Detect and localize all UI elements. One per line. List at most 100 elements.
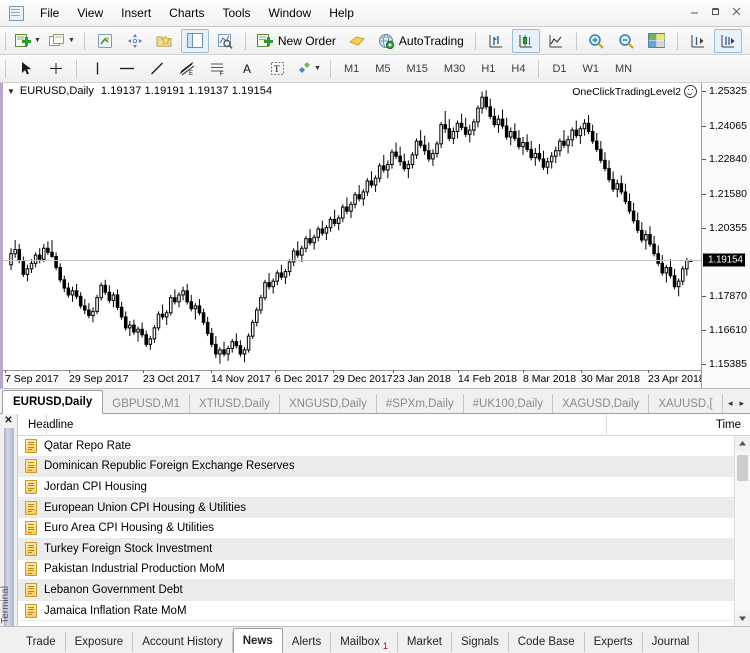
menu-insert[interactable]: Insert <box>112 3 160 23</box>
price-chart[interactable]: ▼ EURUSD,Daily 1.19137 1.19191 1.19137 1… <box>3 83 701 388</box>
news-row[interactable]: Turkey Foreign Stock Investment <box>18 538 734 560</box>
data-window-icon[interactable] <box>643 29 671 53</box>
news-rows[interactable]: Qatar Repo Rate Dominican Republic Foreig… <box>18 436 734 626</box>
chart-tab-xtiusd-daily[interactable]: XTIUSD,Daily <box>190 394 280 413</box>
metaeditor-icon[interactable] <box>91 29 119 53</box>
scroll-down-icon[interactable] <box>735 611 750 626</box>
scrollbar-thumb[interactable] <box>737 455 748 481</box>
text-label-icon[interactable]: T <box>263 57 291 81</box>
timeframe-w1[interactable]: W1 <box>576 58 607 79</box>
chart-menu-caret-icon[interactable]: ▼ <box>7 87 15 96</box>
menu-file[interactable]: File <box>31 3 68 23</box>
chart-tab-xauusd[interactable]: XAUUSD,[ <box>649 394 723 413</box>
shapes-icon[interactable]: ▼ <box>293 57 324 81</box>
horizontal-line-icon[interactable] <box>113 57 141 81</box>
chart-tab-gbpusd-m1[interactable]: GBPUSD,M1 <box>103 394 190 413</box>
timeframe-mn[interactable]: MN <box>608 58 639 79</box>
menu-view[interactable]: View <box>68 3 112 23</box>
candlestick-chart-icon[interactable] <box>511 28 540 53</box>
restore-icon[interactable] <box>706 3 725 20</box>
tab-news[interactable]: News <box>232 628 283 653</box>
news-row[interactable]: Pakistan Industrial Production MoM <box>18 560 734 581</box>
crosshair-icon[interactable] <box>121 29 149 53</box>
chart-tab-prev-icon[interactable]: ◂ <box>725 398 736 409</box>
cursor-arrow-icon[interactable] <box>12 57 40 81</box>
news-row[interactable]: Lebanon Government Debt <box>18 580 734 601</box>
price-axis[interactable]: 1.25325 1.24065 1.22840 1.21580 1.20355 1.178… <box>701 83 750 388</box>
timeframe-m1[interactable]: M1 <box>337 58 366 79</box>
news-row[interactable]: Dominican Republic Foreign Exchange Rese… <box>18 456 734 478</box>
text-a-icon[interactable]: A <box>233 57 261 81</box>
close-icon[interactable] <box>727 3 746 20</box>
news-row[interactable]: Jordan CPI Housing <box>18 477 734 498</box>
news-document-icon <box>25 459 37 474</box>
channel-icon[interactable]: F <box>203 57 231 81</box>
price-tick: 1.17870 <box>702 290 747 302</box>
timeframe-m5[interactable]: M5 <box>368 58 397 79</box>
news-headline: European Union CPI Housing & Utilities <box>44 501 246 514</box>
tab-alerts[interactable]: Alerts <box>283 632 332 652</box>
tab-journal[interactable]: Journal <box>643 632 700 652</box>
fibonacci-icon[interactable]: E <box>173 57 201 81</box>
bar-chart-icon[interactable] <box>482 29 510 53</box>
chart-shift-icon[interactable] <box>713 28 742 53</box>
magnifier-minus-icon[interactable] <box>613 29 641 53</box>
tab-exposure[interactable]: Exposure <box>66 632 134 652</box>
news-row[interactable]: Euro Area CPI Housing & Utilities <box>18 518 734 539</box>
indicators-magnifier-icon[interactable] <box>744 29 750 53</box>
chart-tab-uk100-daily[interactable]: #UK100,Daily <box>464 394 553 413</box>
menu-tools[interactable]: Tools <box>214 3 260 23</box>
menu-window[interactable]: Window <box>260 3 321 23</box>
chart-tab-xngusd-daily[interactable]: XNGUSD,Daily <box>280 394 377 413</box>
news-headline: Dominican Republic Foreign Exchange Rese… <box>44 460 295 473</box>
date-tick: 14 Feb 2018 <box>458 370 517 385</box>
news-row[interactable]: European Union CPI Housing & Utilities <box>18 497 734 519</box>
timeframe-m30[interactable]: M30 <box>437 58 472 79</box>
navigator-panel-icon[interactable] <box>180 28 209 53</box>
line-chart-icon[interactable] <box>542 29 570 53</box>
tab-trade[interactable]: Trade <box>17 632 66 652</box>
tab-signals[interactable]: Signals <box>452 632 509 652</box>
news-scrollbar[interactable] <box>734 436 750 626</box>
trendline-icon[interactable] <box>143 57 171 81</box>
signals-gold-icon[interactable] <box>343 29 371 53</box>
vertical-line-icon[interactable] <box>83 57 111 81</box>
new-order-button[interactable]: New Order <box>252 29 341 53</box>
menu-charts[interactable]: Charts <box>160 3 213 23</box>
crosshair-plus-icon[interactable] <box>42 57 70 81</box>
scrollbar-track[interactable] <box>735 451 750 611</box>
tab-mailbox[interactable]: Mailbox 1 <box>331 632 398 652</box>
timeframe-m15[interactable]: M15 <box>400 58 435 79</box>
timeframe-h4[interactable]: H4 <box>504 58 532 79</box>
chart-tab-next-icon[interactable]: ▸ <box>736 398 747 409</box>
news-row[interactable]: Qatar Repo Rate <box>18 436 734 457</box>
price-tick: 1.15385 <box>702 358 747 370</box>
chart-header: ▼ EURUSD,Daily 1.19137 1.19191 1.19137 1… <box>7 85 272 97</box>
auto-scroll-icon[interactable] <box>684 29 712 53</box>
tab-account-history[interactable]: Account History <box>133 632 233 652</box>
scroll-up-icon[interactable] <box>735 436 750 451</box>
minimize-icon[interactable] <box>685 3 704 20</box>
tester-magnifier-icon[interactable] <box>211 29 239 53</box>
news-row[interactable]: Jamaica Inflation Rate MoM <box>18 601 734 622</box>
chart-window: ▼ EURUSD,Daily 1.19137 1.19191 1.19137 1… <box>0 83 750 389</box>
star-folder-icon[interactable] <box>151 29 179 53</box>
timeframe-h1[interactable]: H1 <box>474 58 502 79</box>
column-header-time[interactable]: Time <box>716 419 750 431</box>
chart-tab-eurusd-daily[interactable]: EURUSD,Daily <box>2 390 104 414</box>
menu-help[interactable]: Help <box>320 3 363 23</box>
tab-market[interactable]: Market <box>398 632 453 652</box>
terminal-close-icon[interactable]: ✕ <box>4 414 12 426</box>
date-tick: 29 Dec 2017 <box>333 370 393 385</box>
price-tick: 1.24065 <box>702 120 747 132</box>
chart-tab-xagusd-daily[interactable]: XAGUSD,Daily <box>553 394 650 413</box>
tab-code-base[interactable]: Code Base <box>509 632 585 652</box>
timeframe-d1[interactable]: D1 <box>545 58 573 79</box>
autotrading-button[interactable]: AutoTrading <box>373 29 469 53</box>
chart-tab-spxm-daily[interactable]: #SPXm,Daily <box>377 394 464 413</box>
date-tick: 23 Oct 2017 <box>143 370 201 385</box>
magnifier-plus-icon[interactable] <box>583 29 611 53</box>
tab-experts[interactable]: Experts <box>585 632 643 652</box>
window-tile-icon[interactable]: ▼ <box>46 29 78 53</box>
new-chart-icon[interactable]: ▼ <box>12 29 44 53</box>
